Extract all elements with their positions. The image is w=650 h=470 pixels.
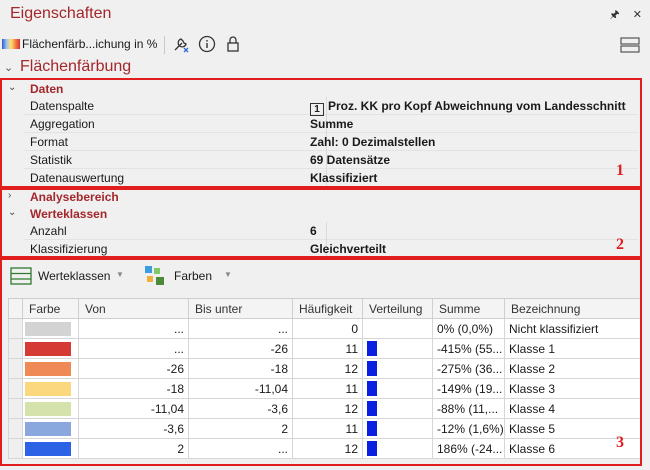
annotation-box-2 (0, 188, 642, 258)
layer-name[interactable]: Flächenfärb...ichung in % (22, 37, 157, 51)
section-title: Flächenfärbung (20, 58, 132, 75)
layout-options-icon[interactable] (620, 36, 640, 54)
lock-icon[interactable] (224, 35, 242, 53)
chevron-down-icon: ⌄ (4, 62, 14, 74)
annotation-marker-1: 1 (616, 162, 624, 179)
panel-title: Eigenschaften (10, 5, 112, 22)
close-icon[interactable]: ✕ (633, 9, 642, 21)
annotation-box-1 (0, 78, 642, 188)
annotation-marker-3: 3 (616, 434, 624, 451)
toolbar-divider (164, 36, 165, 54)
annotation-box-3 (0, 258, 642, 466)
pin-icon[interactable]: 🖈 (610, 9, 620, 21)
panel-titlebar: Eigenschaften 🖈 ✕ (0, 0, 650, 30)
info-icon[interactable] (198, 35, 216, 53)
annotation-marker-2: 2 (616, 236, 624, 253)
properties-toolbar: Flächenfärb...ichung in % (0, 30, 650, 58)
color-ramp-icon (2, 39, 20, 49)
wrench-settings-icon[interactable] (172, 35, 190, 53)
